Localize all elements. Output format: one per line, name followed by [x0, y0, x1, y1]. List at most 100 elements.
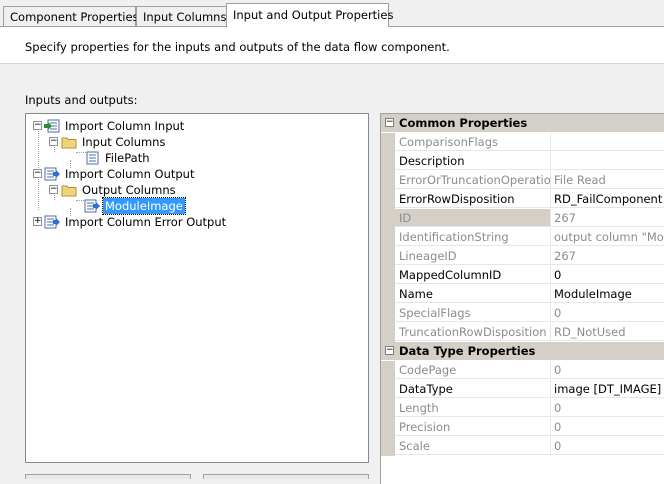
- property-row-errorrowdisposition[interactable]: ErrorRowDisposition RD_FailComponent: [381, 190, 664, 209]
- property-value[interactable]: 0: [551, 437, 664, 455]
- tree-node-label: Output Columns: [82, 183, 176, 197]
- row-gutter: [381, 133, 395, 152]
- property-name: IdentificationString: [395, 228, 551, 246]
- input-icon: [44, 119, 60, 133]
- property-row-length[interactable]: Length 0: [381, 399, 664, 418]
- folder-icon: [61, 185, 77, 197]
- row-gutter: [381, 190, 395, 209]
- property-row-name[interactable]: Name ModuleImage: [381, 285, 664, 304]
- property-value[interactable]: 0: [551, 399, 664, 417]
- property-name: SpecialFlags: [395, 304, 551, 322]
- property-value[interactable]: 0: [551, 361, 664, 379]
- property-value[interactable]: [551, 152, 664, 170]
- property-row-mappedcolumnid[interactable]: MappedColumnID 0: [381, 266, 664, 285]
- collapse-icon[interactable]: −: [49, 137, 58, 146]
- tab-panel: Specify properties for the inputs and ou…: [0, 27, 664, 484]
- property-name: ErrorRowDisposition: [395, 190, 551, 208]
- row-gutter: [381, 266, 395, 285]
- row-gutter: [381, 228, 395, 247]
- property-value[interactable]: 267: [551, 247, 664, 265]
- category-title: Common Properties: [399, 116, 528, 130]
- row-gutter: [381, 247, 395, 266]
- property-row-specialflags[interactable]: SpecialFlags 0: [381, 304, 664, 323]
- property-row-comparisonflags[interactable]: ComparisonFlags: [381, 133, 664, 152]
- row-gutter: [381, 152, 395, 171]
- inputs-outputs-label: Inputs and outputs:: [25, 93, 138, 107]
- output-icon: [44, 167, 60, 181]
- property-value[interactable]: image [DT_IMAGE]: [551, 380, 664, 398]
- property-grid[interactable]: − Common Properties ComparisonFlags Desc…: [380, 113, 664, 484]
- property-row-identificationstring[interactable]: IdentificationString output column "Mod: [381, 228, 664, 247]
- row-gutter: [381, 323, 395, 342]
- property-value[interactable]: output column "Mod: [551, 228, 664, 246]
- collapse-icon[interactable]: −: [49, 185, 58, 194]
- property-name: MappedColumnID: [395, 266, 551, 284]
- property-row-errorortruncationoperation[interactable]: ErrorOrTruncationOperation File Read: [381, 171, 664, 190]
- category-common-properties[interactable]: − Common Properties: [381, 114, 664, 132]
- property-name: Description: [395, 152, 551, 170]
- collapse-icon[interactable]: −: [385, 118, 394, 127]
- tab-input-columns[interactable]: Input Columns: [136, 6, 227, 26]
- tree-node-label: Import Column Error Output: [65, 215, 227, 229]
- property-name: ID: [395, 209, 551, 227]
- tree-node-label: Import Column Output: [65, 167, 195, 181]
- property-row-description[interactable]: Description: [381, 152, 664, 171]
- property-value[interactable]: [551, 133, 664, 151]
- property-name: Length: [395, 399, 551, 417]
- property-value[interactable]: ModuleImage: [551, 285, 664, 303]
- panel-description: Specify properties for the inputs and ou…: [25, 40, 450, 54]
- property-value[interactable]: 0: [551, 418, 664, 436]
- row-gutter: [381, 437, 395, 456]
- tab-input-output-properties[interactable]: Input and Output Properties: [226, 3, 393, 27]
- tab-strip: Component Properties Input Columns Input…: [0, 0, 664, 28]
- row-gutter: [381, 285, 395, 304]
- property-value[interactable]: 0: [551, 266, 664, 284]
- property-name: DataType: [395, 380, 551, 398]
- tree-node-label: Input Columns: [82, 135, 166, 149]
- row-gutter: [381, 209, 395, 228]
- row-gutter: [381, 380, 395, 399]
- tree-node-label: FilePath: [105, 151, 150, 165]
- property-name: LineageID: [395, 247, 551, 265]
- property-name: Precision: [395, 418, 551, 436]
- property-row-scale[interactable]: Scale 0: [381, 437, 664, 456]
- property-value[interactable]: RD_FailComponent: [551, 190, 664, 208]
- category-title: Data Type Properties: [399, 344, 536, 358]
- property-name: TruncationRowDisposition: [395, 323, 551, 341]
- expand-icon[interactable]: +: [33, 217, 42, 226]
- property-row-codepage[interactable]: CodePage 0: [381, 361, 664, 380]
- property-value[interactable]: RD_NotUsed: [551, 323, 664, 341]
- inputs-outputs-tree[interactable]: − Import Column Input − Input Columns Fi…: [25, 113, 369, 463]
- property-name: CodePage: [395, 361, 551, 379]
- property-name: ComparisonFlags: [395, 133, 551, 151]
- row-gutter: [381, 171, 395, 190]
- tree-node-label: Import Column Input: [65, 119, 185, 133]
- column-icon: [86, 151, 99, 165]
- category-data-type-properties[interactable]: − Data Type Properties: [381, 342, 664, 360]
- property-row-truncationrowdisposition[interactable]: TruncationRowDisposition RD_NotUsed: [381, 323, 664, 342]
- property-row-id[interactable]: ID 267: [381, 209, 664, 228]
- property-name: Scale: [395, 437, 551, 455]
- property-row-precision[interactable]: Precision 0: [381, 418, 664, 437]
- property-value[interactable]: 0: [551, 304, 664, 322]
- row-gutter: [381, 304, 395, 323]
- property-name: Name: [395, 285, 551, 303]
- row-gutter: [381, 361, 395, 380]
- row-gutter: [381, 399, 395, 418]
- tab-component-properties[interactable]: Component Properties: [3, 6, 139, 26]
- collapse-icon[interactable]: −: [33, 121, 42, 130]
- collapse-icon[interactable]: −: [385, 346, 394, 355]
- button-edge[interactable]: [25, 474, 191, 479]
- error-output-icon: [44, 215, 60, 229]
- property-row-lineageid[interactable]: LineageID 267: [381, 247, 664, 266]
- property-name: ErrorOrTruncationOperation: [395, 171, 551, 189]
- folder-icon: [61, 137, 77, 149]
- property-row-datatype[interactable]: DataType image [DT_IMAGE]: [381, 380, 664, 399]
- property-value[interactable]: File Read: [551, 171, 664, 189]
- property-value[interactable]: 267: [551, 209, 664, 227]
- collapse-icon[interactable]: −: [33, 169, 42, 178]
- button-edge[interactable]: [203, 474, 369, 479]
- column-output-icon: [84, 199, 100, 213]
- row-gutter: [381, 418, 395, 437]
- tree-node-label-selected: ModuleImage: [102, 197, 186, 215]
